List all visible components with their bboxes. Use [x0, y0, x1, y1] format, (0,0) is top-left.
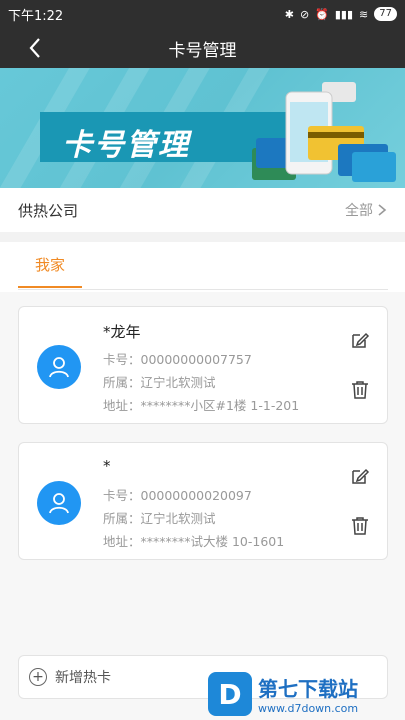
chevron-right-icon	[378, 204, 387, 216]
card-number: 卡号：00000000007757	[103, 352, 252, 367]
company-selector[interactable]: 供热公司 全部	[0, 188, 405, 232]
status-icons: ✱ ⊘ ⏰ ▮▮▮ ≋ 77	[285, 7, 397, 21]
card-holder-name: *龙年	[103, 323, 141, 341]
watermark: D 第七下载站 www.d7down.com	[208, 668, 405, 720]
company-label: 供热公司	[18, 201, 79, 220]
company-value: 全部	[345, 203, 373, 219]
banner-title: 卡号管理	[62, 128, 190, 163]
add-card-label: 新增热卡	[55, 670, 111, 686]
card-address: 地址：********小区#1楼 1-1-201	[103, 398, 300, 413]
tab-bar: 我家	[0, 242, 405, 292]
trash-icon	[352, 517, 368, 535]
user-icon	[49, 493, 69, 514]
alarm-icon: ⏰	[315, 7, 329, 21]
card-item[interactable]: * 卡号：00000000020097 所属：辽宁北软测试 地址：*******…	[18, 442, 388, 560]
wifi-icon: ≋	[359, 7, 369, 21]
tab-my-home[interactable]: 我家	[18, 242, 82, 288]
watermark-logo: D	[208, 672, 252, 716]
user-icon	[49, 357, 69, 378]
status-bar: 下午1:22 ✱ ⊘ ⏰ ▮▮▮ ≋ 77	[0, 0, 405, 28]
battery-indicator: 77	[374, 7, 397, 21]
card-belongs: 所属：辽宁北软测试	[103, 511, 216, 526]
edit-icon	[352, 468, 370, 484]
card-number: 卡号：00000000020097	[103, 488, 252, 503]
nav-bar: 卡号管理	[0, 28, 405, 68]
trash-icon	[352, 381, 368, 399]
signal-icon: ▮▮▮	[334, 7, 354, 21]
card-item[interactable]: *龙年 卡号：00000000007757 所属：辽宁北软测试 地址：*****…	[18, 306, 388, 424]
avatar	[37, 345, 81, 389]
avatar	[37, 481, 81, 525]
card-address: 地址：********试大楼 10-1601	[103, 534, 285, 549]
edit-icon	[352, 332, 370, 348]
bluetooth-icon: ✱	[284, 7, 294, 21]
mute-icon: ⊘	[299, 7, 310, 21]
tab-label: 我家	[34, 255, 65, 274]
banner: 卡号管理	[0, 68, 405, 188]
cards-phone-illustration	[252, 82, 396, 182]
status-time: 下午1:22	[8, 8, 64, 24]
card-belongs: 所属：辽宁北软测试	[103, 375, 216, 390]
plus-circle-icon: +	[29, 668, 47, 686]
card-holder-name: *	[103, 457, 111, 475]
delete-button[interactable]	[349, 379, 371, 401]
company-filter[interactable]: 全部	[345, 200, 387, 220]
chevron-left-icon	[29, 38, 40, 58]
watermark-title: 第七下载站	[258, 677, 358, 701]
delete-button[interactable]	[349, 515, 371, 537]
page-title: 卡号管理	[168, 40, 237, 61]
back-button[interactable]	[24, 36, 48, 60]
edit-button[interactable]	[349, 465, 371, 487]
edit-button[interactable]	[349, 329, 371, 351]
watermark-url: www.d7down.com	[258, 702, 359, 715]
divider	[18, 289, 388, 290]
